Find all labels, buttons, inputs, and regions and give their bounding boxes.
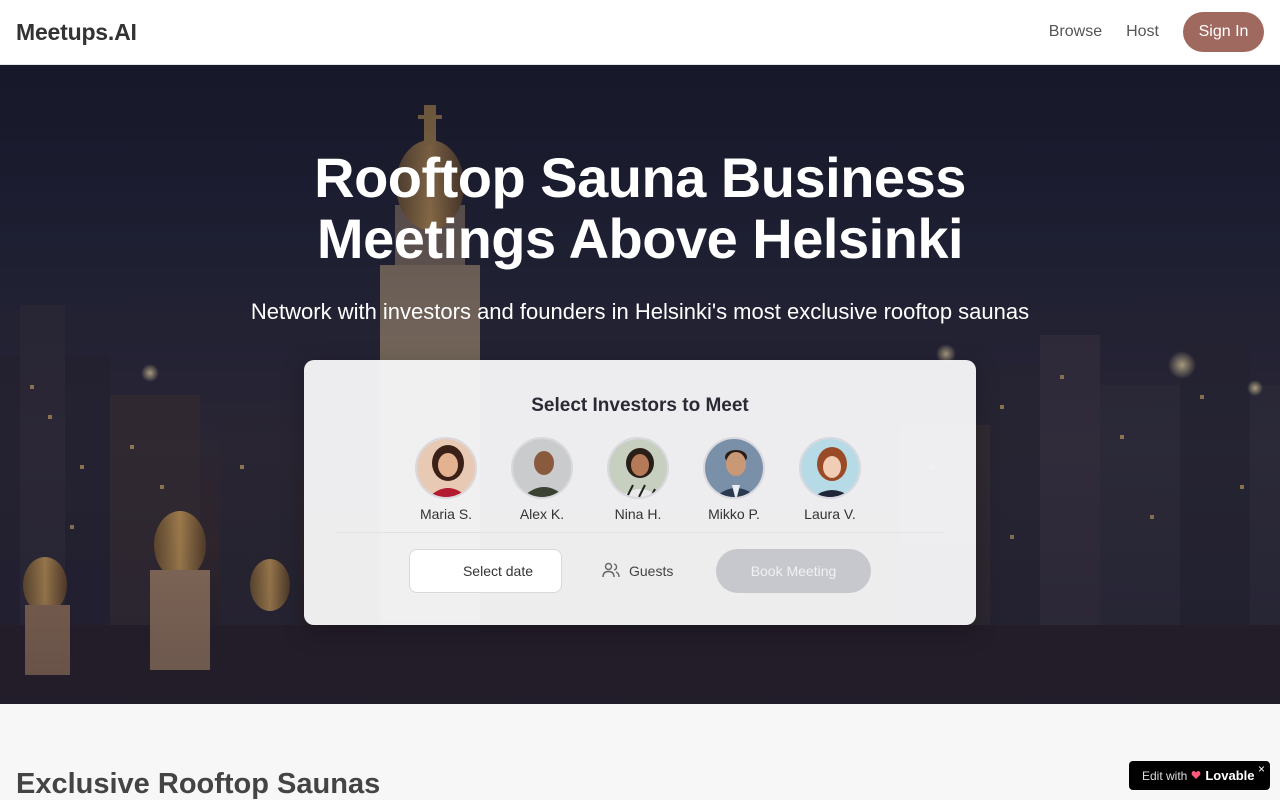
avatar	[511, 437, 573, 499]
nav-browse[interactable]: Browse	[1049, 23, 1102, 41]
booking-card-title: Select Investors to Meet	[531, 395, 749, 416]
investor-name: Alex K.	[519, 506, 565, 522]
avatar	[703, 437, 765, 499]
hero-title: Rooftop Sauna Business Meetings Above He…	[0, 147, 1280, 269]
investor-name: Laura V.	[804, 506, 856, 522]
sign-in-button[interactable]: Sign In	[1183, 12, 1264, 52]
guests-label: Guests	[629, 563, 674, 579]
investor-list: Maria S. Alex K. Nina H. Mikko P. Laura …	[415, 437, 861, 522]
guests-selector[interactable]: Guests	[601, 549, 673, 593]
booking-card: Select Investors to Meet Maria S. Alex K…	[304, 360, 976, 625]
book-meeting-button[interactable]: Book Meeting	[716, 549, 871, 593]
hero-section: Rooftop Sauna Business Meetings Above He…	[0, 65, 1280, 704]
avatar	[799, 437, 861, 499]
investor-name: Nina H.	[614, 506, 662, 522]
investor-card[interactable]: Alex K.	[511, 437, 573, 522]
investor-card[interactable]: Mikko P.	[703, 437, 765, 522]
section-title: Exclusive Rooftop Saunas	[16, 768, 381, 800]
investor-name: Maria S.	[419, 506, 473, 522]
brand-logo[interactable]: Meetups.AI	[16, 19, 137, 46]
edit-with-lovable-badge[interactable]: Edit with Lovable ×	[1129, 761, 1270, 790]
hero-title-line-1: Rooftop Sauna Business	[314, 146, 966, 209]
hero-subtitle: Network with investors and founders in H…	[250, 299, 1030, 324]
main-nav: Browse Host Sign In	[1049, 12, 1264, 52]
select-date-button[interactable]: Select date	[409, 549, 562, 593]
close-icon[interactable]: ×	[1258, 762, 1265, 776]
investor-name: Mikko P.	[708, 506, 760, 522]
card-divider	[336, 532, 944, 533]
investor-card[interactable]: Nina H.	[607, 437, 669, 522]
badge-prefix: Edit with	[1142, 768, 1188, 783]
badge-brand: Lovable	[1205, 768, 1255, 783]
avatar	[607, 437, 669, 499]
investor-card[interactable]: Laura V.	[799, 437, 861, 522]
avatar	[415, 437, 477, 499]
users-icon	[601, 560, 621, 583]
nav-host[interactable]: Host	[1126, 23, 1159, 41]
hero-title-line-2: Meetings Above Helsinki	[316, 207, 964, 270]
site-header: Meetups.AI Browse Host Sign In	[0, 0, 1280, 65]
investor-card[interactable]: Maria S.	[415, 437, 477, 522]
lovable-heart-icon	[1191, 769, 1201, 783]
